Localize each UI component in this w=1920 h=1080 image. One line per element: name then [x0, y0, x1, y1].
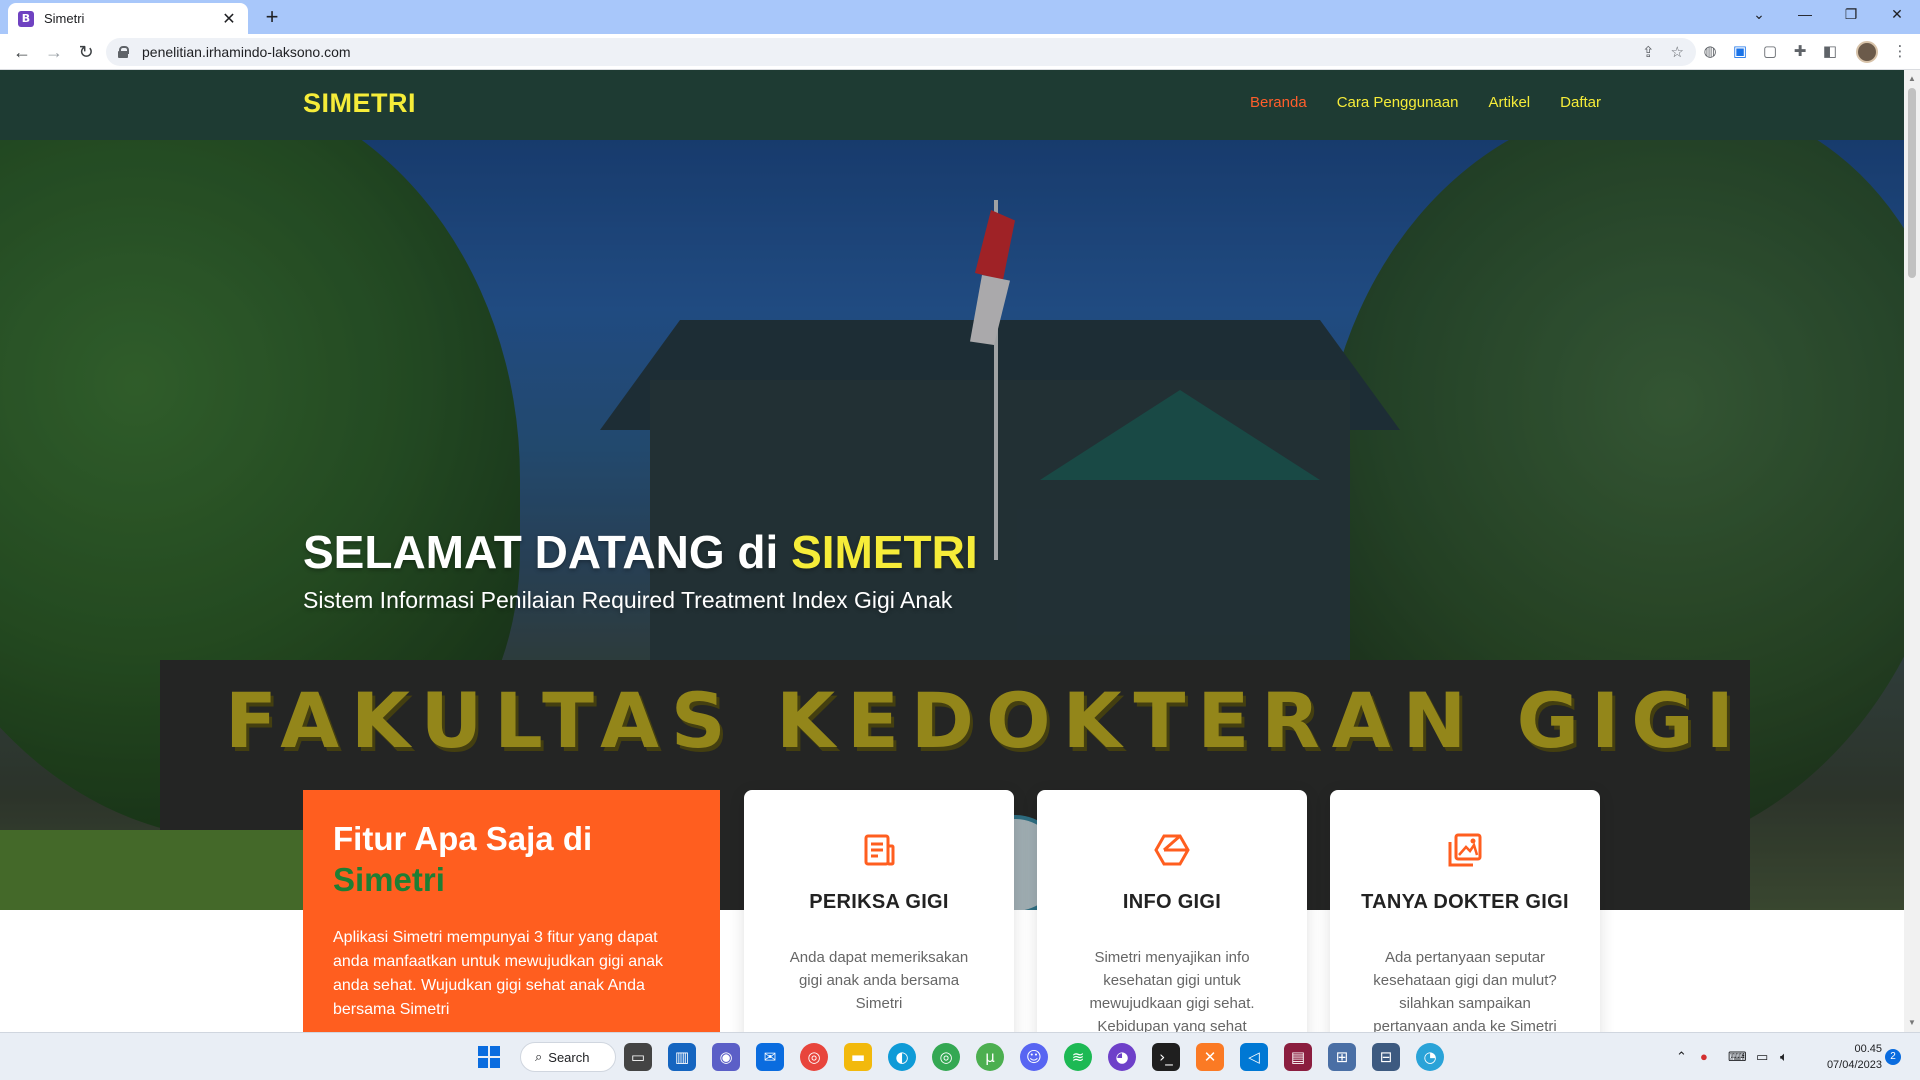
show-hidden-icons-icon[interactable]: ⌃	[1676, 1049, 1687, 1065]
browser-globe-icon[interactable]: ◔	[1416, 1043, 1444, 1071]
browser-menu-icon[interactable]: ⋮	[1890, 42, 1910, 62]
windows-taskbar: ⌕ Search ▭ ▥ ◉ ✉ ◎ ▬ ◐ ◎ µ ☺ ≋ ◕ ›_ ✕ ◁ …	[0, 1032, 1920, 1080]
start-menu-icon[interactable]	[478, 1046, 500, 1068]
scrollbar-thumb[interactable]	[1908, 88, 1916, 278]
card-title: TANYA DOKTER GIGI	[1361, 891, 1569, 913]
card-title: PERIKSA GIGI	[809, 891, 949, 913]
spotify-icon[interactable]: ≋	[1064, 1043, 1092, 1071]
taskbar-search-label: Search	[548, 1049, 590, 1065]
search-icon: ⌕	[535, 1049, 543, 1064]
site-header: SIMETRI Beranda Cara Penggunaan Artikel …	[0, 70, 1904, 140]
tab-close-icon[interactable]: ✕	[220, 9, 238, 29]
taskbar-search-button[interactable]: ⌕ Search	[520, 1042, 616, 1072]
volume-tray-icon[interactable]: 🔈︎	[1780, 1049, 1788, 1065]
hero-title-prefix: SELAMAT DATANG di	[303, 526, 792, 578]
hexagon-icon	[1154, 834, 1190, 866]
main-nav: Beranda Cara Penggunaan Artikel Daftar	[1250, 94, 1601, 111]
vscode-icon[interactable]: ◁	[1240, 1043, 1268, 1071]
tab-title: Simetri	[44, 11, 85, 26]
keyboard-tray-icon[interactable]: ⌨	[1728, 1049, 1747, 1065]
card-text: Ada pertanyaan seputar kesehataan gigi d…	[1373, 949, 1557, 1032]
nav-item-artikel[interactable]: Artikel	[1488, 94, 1530, 111]
image-gallery-icon	[1448, 833, 1482, 867]
discord-icon[interactable]: ☺	[1020, 1043, 1048, 1071]
extension-screen-icon[interactable]: ▢	[1760, 42, 1780, 62]
page-viewport: SIMETRI Beranda Cara Penggunaan Artikel …	[0, 70, 1904, 1032]
side-panel-icon[interactable]: ◧	[1820, 42, 1840, 62]
site-favicon-icon: B	[18, 10, 34, 27]
notification-badge[interactable]: 2	[1885, 1049, 1901, 1065]
restore-button[interactable]: ❐	[1828, 0, 1874, 30]
edge-icon[interactable]: ◐	[888, 1043, 916, 1071]
github-icon[interactable]: ◕	[1108, 1043, 1136, 1071]
chrome-canary-icon[interactable]: ◎	[800, 1043, 828, 1071]
features-heading: Fitur Apa Saja di Simetri	[333, 818, 690, 900]
scroll-up-icon[interactable]: ▲	[1907, 74, 1917, 83]
features-intro-box: Fitur Apa Saja di Simetri Aplikasi Simet…	[303, 790, 720, 1032]
page-scrollbar[interactable]: ▲ ▼	[1904, 70, 1920, 1032]
chrome-icon[interactable]: ◎	[932, 1043, 960, 1071]
file-explorer-icon[interactable]: ▬	[844, 1043, 872, 1071]
scroll-down-icon[interactable]: ▼	[1907, 1018, 1917, 1027]
task-view-icon[interactable]: ▭	[624, 1043, 652, 1071]
document-icon	[864, 834, 895, 866]
browser-tab-active[interactable]: B Simetri ✕	[8, 3, 248, 34]
terminal-icon[interactable]: ›_	[1152, 1043, 1180, 1071]
taskbar-clock[interactable]: 00.45 07/04/2023	[1812, 1041, 1882, 1073]
feature-card-info-gigi[interactable]: INFO GIGI Simetri menyajikan info keseha…	[1037, 790, 1307, 1032]
forward-button[interactable]: →	[40, 39, 68, 65]
back-button[interactable]: ←	[8, 39, 36, 65]
reload-button[interactable]: ↻	[72, 39, 100, 65]
feature-card-tanya-dokter-gigi[interactable]: TANYA DOKTER GIGI Ada pertanyaan seputar…	[1330, 790, 1600, 1032]
clock-time: 00.45	[1854, 1043, 1882, 1055]
browser-tabstrip: B Simetri ✕ + ⌄ — ❐ ✕	[0, 0, 1920, 34]
feature-card-periksa-gigi[interactable]: PERIKSA GIGI Anda dapat memeriksakan gig…	[744, 790, 1014, 1032]
winrar-icon[interactable]: ▤	[1284, 1043, 1312, 1071]
extension-translate-icon[interactable]: ▣	[1730, 42, 1750, 62]
teams-chat-icon[interactable]: ◉	[712, 1043, 740, 1071]
mail-icon[interactable]: ✉	[756, 1043, 784, 1071]
nav-item-beranda[interactable]: Beranda	[1250, 94, 1307, 111]
url-text[interactable]: penelitian.irhamindo-laksono.com	[142, 44, 1626, 60]
address-bar[interactable]: penelitian.irhamindo-laksono.com ⇪ ☆	[106, 38, 1696, 66]
features-heading-line2: Simetri	[333, 861, 445, 898]
card-text: Anda dapat memeriksakan gigi anak anda b…	[789, 949, 969, 1012]
features-heading-line1: Fitur Apa Saja di	[333, 820, 593, 857]
hero-subtitle: Sistem Informasi Penilaian Required Trea…	[303, 587, 953, 613]
extension-globe-icon[interactable]: ◍	[1700, 42, 1720, 62]
network-tray-icon[interactable]: ▭	[1756, 1049, 1768, 1065]
lock-icon[interactable]	[118, 46, 129, 58]
bookmark-star-icon[interactable]: ☆	[1671, 43, 1684, 61]
features-description: Aplikasi Simetri mempunyai 3 fitur yang …	[333, 929, 663, 1018]
remote-desktop-icon[interactable]: ⊟	[1372, 1043, 1400, 1071]
profile-avatar[interactable]	[1856, 41, 1878, 63]
minimize-button[interactable]: —	[1782, 0, 1828, 30]
extensions-puzzle-icon[interactable]: ✚	[1790, 42, 1810, 62]
clock-date: 07/04/2023	[1826, 1059, 1882, 1071]
share-icon[interactable]: ⇪	[1642, 43, 1655, 61]
xampp-icon[interactable]: ✕	[1196, 1043, 1224, 1071]
card-text: Simetri menyajikan info kesehatan gigi u…	[1089, 949, 1255, 1032]
hero-title: SELAMAT DATANG di SIMETRI	[303, 525, 978, 579]
card-title: INFO GIGI	[1122, 891, 1222, 913]
tab-search-chevron-icon[interactable]: ⌄	[1736, 0, 1782, 30]
antivirus-tray-icon[interactable]: ●	[1700, 1049, 1708, 1064]
utorrent-icon[interactable]: µ	[976, 1043, 1004, 1071]
nav-item-daftar[interactable]: Daftar	[1560, 94, 1601, 111]
site-logo[interactable]: SIMETRI	[303, 88, 416, 119]
close-window-button[interactable]: ✕	[1874, 0, 1920, 30]
widgets-icon[interactable]: ▥	[668, 1043, 696, 1071]
network-tool-icon[interactable]: ⊞	[1328, 1043, 1356, 1071]
new-tab-button[interactable]: +	[258, 5, 286, 31]
browser-toolbar: ← → ↻ penelitian.irhamindo-laksono.com ⇪…	[0, 34, 1920, 70]
hero-title-highlight: SIMETRI	[791, 526, 978, 578]
nav-item-cara-penggunaan[interactable]: Cara Penggunaan	[1337, 94, 1459, 111]
